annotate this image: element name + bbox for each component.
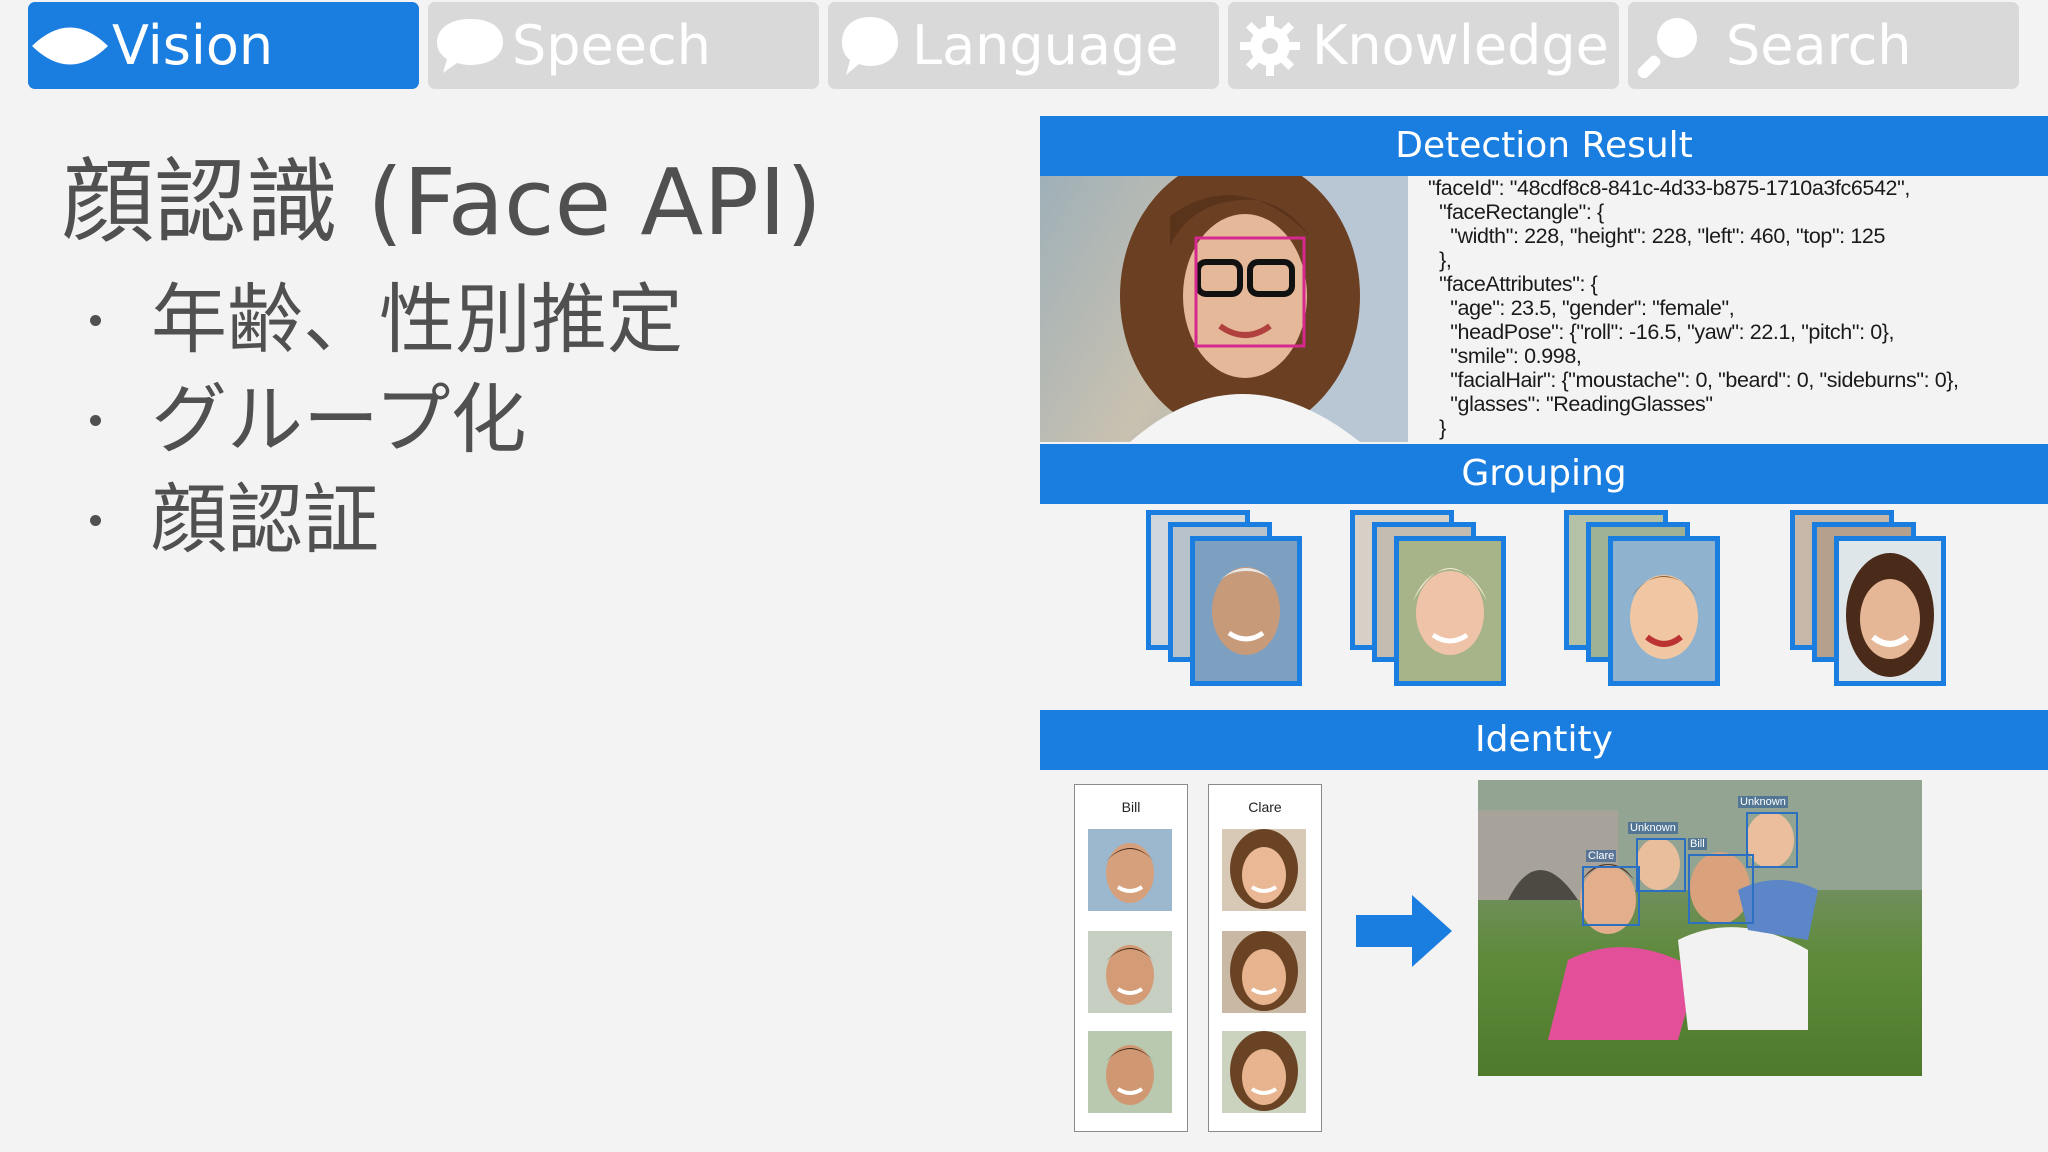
detection-photo bbox=[1040, 176, 1408, 442]
language-bubble-icon bbox=[828, 2, 912, 89]
person-name: Clare bbox=[1248, 799, 1282, 815]
face-label: Clare bbox=[1586, 850, 1617, 862]
list-item: 年齢、性別推定 bbox=[90, 270, 683, 370]
tab-language[interactable]: Language bbox=[828, 2, 1219, 89]
json-line: }, bbox=[1428, 248, 1452, 272]
search-icon bbox=[1628, 2, 1712, 89]
bullet-dot bbox=[90, 314, 101, 326]
face-thumbnail bbox=[1222, 1031, 1306, 1113]
tab-label: Search bbox=[1726, 14, 1912, 77]
json-line: "smile": 0.998, bbox=[1428, 344, 1582, 368]
grouping-header: Grouping bbox=[1040, 444, 2048, 504]
face-group bbox=[1564, 506, 1734, 692]
list-item-text: グループ化 bbox=[151, 375, 527, 464]
gear-icon bbox=[1228, 2, 1312, 89]
person-gallery-bill: Bill bbox=[1074, 784, 1188, 1132]
eye-icon bbox=[28, 2, 112, 89]
face-group bbox=[1790, 506, 1960, 692]
face-box bbox=[1636, 838, 1686, 892]
face-thumbnail bbox=[1222, 931, 1306, 1013]
face-card bbox=[1834, 536, 1946, 686]
tab-speech[interactable]: Speech bbox=[428, 2, 819, 89]
tab-label: Speech bbox=[512, 14, 711, 77]
tab-vision[interactable]: Vision bbox=[28, 2, 419, 89]
face-box bbox=[1688, 854, 1754, 924]
face-thumbnail bbox=[1088, 931, 1172, 1013]
arrow-right-icon bbox=[1356, 895, 1452, 967]
face-card bbox=[1394, 536, 1506, 686]
face-group bbox=[1350, 506, 1520, 692]
json-line: "facialHair": {"moustache": 0, "beard": … bbox=[1428, 368, 1959, 392]
bullet-dot bbox=[90, 514, 101, 526]
person-name: Bill bbox=[1121, 799, 1141, 815]
identity-header: Identity bbox=[1040, 710, 2048, 770]
json-line: "faceRectangle": { bbox=[1428, 200, 1604, 224]
json-line: "age": 23.5, "gender": "female", bbox=[1428, 296, 1735, 320]
tab-label: Language bbox=[912, 14, 1179, 77]
slide-title: 顔認識 (Face API) bbox=[62, 149, 822, 256]
tab-knowledge[interactable]: Knowledge bbox=[1228, 2, 1619, 89]
face-box bbox=[1746, 812, 1798, 868]
identity-group-photo: Clare Unknown Bill Unknown bbox=[1478, 780, 1922, 1076]
list-item: グループ化 bbox=[90, 370, 683, 470]
face-card bbox=[1190, 536, 1302, 686]
detection-json: "faceId": "48cdf8c8-841c-4d33-b875-1710a… bbox=[1428, 176, 2044, 442]
list-item: 顔認証 bbox=[90, 470, 683, 570]
product-tabbar: Vision Speech Language Knowledge Search bbox=[28, 2, 2020, 89]
json-line: } bbox=[1428, 416, 1446, 440]
face-thumbnail bbox=[1222, 829, 1306, 911]
list-item-text: 年齢、性別推定 bbox=[151, 275, 683, 364]
face-label: Unknown bbox=[1628, 822, 1678, 834]
json-line: "glasses": "ReadingGlasses" bbox=[1428, 392, 1713, 416]
json-line: "faceAttributes": { bbox=[1428, 272, 1598, 296]
face-thumbnail bbox=[1088, 1031, 1172, 1113]
detection-result-header: Detection Result bbox=[1040, 116, 2048, 176]
face-label: Bill bbox=[1688, 838, 1707, 850]
tab-search[interactable]: Search bbox=[1628, 2, 2019, 89]
json-line: "width": 228, "height": 228, "left": 460… bbox=[1428, 224, 1886, 248]
speech-bubble-icon bbox=[428, 2, 512, 89]
feature-list: 年齢、性別推定 グループ化 顔認証 bbox=[90, 270, 683, 570]
json-line: "headPose": {"roll": -16.5, "yaw": 22.1,… bbox=[1428, 320, 1895, 344]
face-card bbox=[1608, 536, 1720, 686]
json-line: "faceId": "48cdf8c8-841c-4d33-b875-1710a… bbox=[1428, 176, 1910, 200]
face-label: Unknown bbox=[1738, 796, 1788, 808]
tab-label: Vision bbox=[112, 14, 274, 77]
list-item-text: 顔認証 bbox=[151, 475, 379, 564]
tab-label: Knowledge bbox=[1312, 14, 1609, 77]
face-box bbox=[1582, 866, 1640, 926]
person-gallery-clare: Clare bbox=[1208, 784, 1322, 1132]
face-thumbnail bbox=[1088, 829, 1172, 911]
bullet-dot bbox=[90, 414, 101, 426]
face-group bbox=[1146, 506, 1316, 692]
